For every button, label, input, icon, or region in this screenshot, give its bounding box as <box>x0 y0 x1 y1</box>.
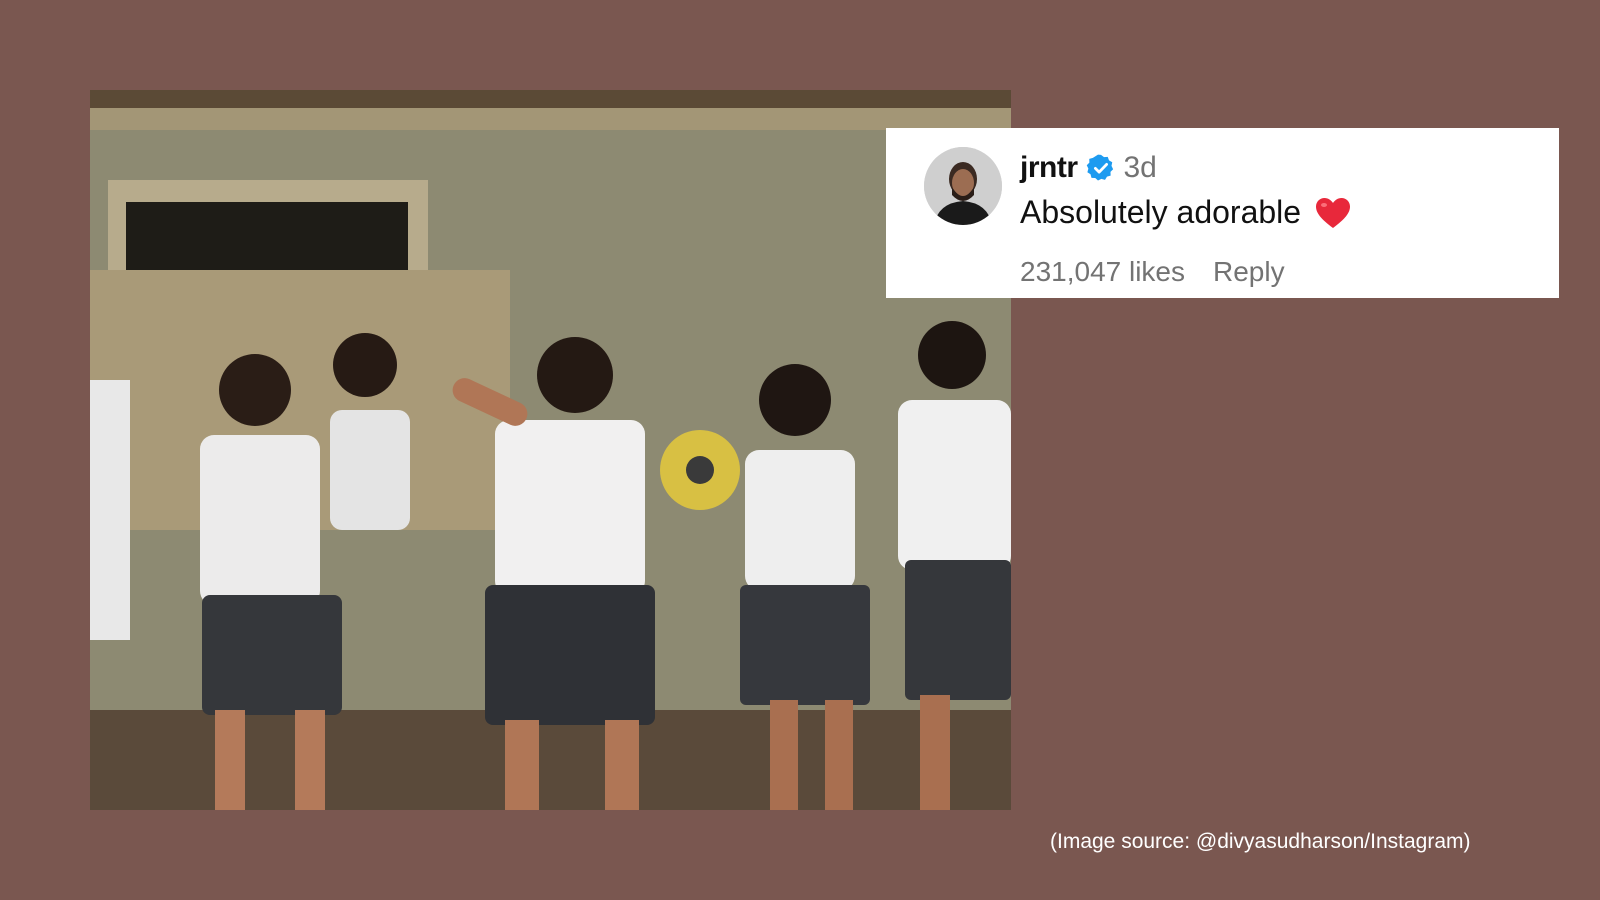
user-avatar[interactable] <box>924 147 1002 225</box>
likes-count[interactable]: 231,047 likes <box>1020 256 1185 288</box>
red-heart-icon <box>1315 197 1351 229</box>
comment-actions: 231,047 likes Reply <box>1020 256 1285 288</box>
comment-header: jrntr 3d <box>1020 148 1157 188</box>
comment-timestamp: 3d <box>1123 151 1157 184</box>
verified-badge-icon <box>1086 153 1116 183</box>
instagram-comment-card: jrntr 3d Absolutely adorable 231,047 lik… <box>886 128 1559 298</box>
username[interactable]: jrntr <box>1020 151 1078 185</box>
comment-body: Absolutely adorable <box>1020 194 1351 231</box>
reply-button[interactable]: Reply <box>1213 256 1285 288</box>
image-source-caption: (Image source: @divyasudharson/Instagram… <box>1050 830 1471 853</box>
comment-text: Absolutely adorable <box>1020 194 1302 230</box>
children-dancing-photo <box>90 90 1011 810</box>
